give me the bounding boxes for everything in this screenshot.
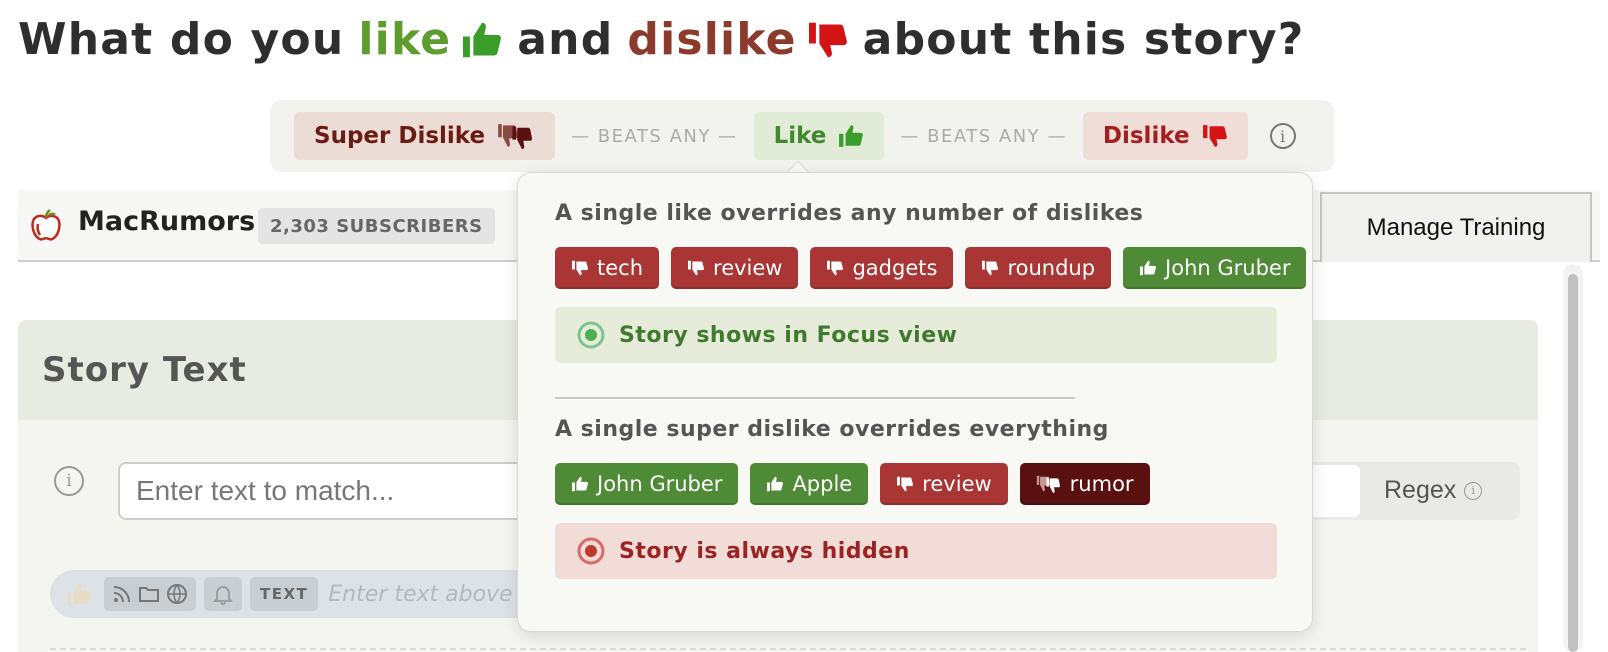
- chip-label: tech: [597, 256, 644, 280]
- beats-any-separator: — BEATS ANY —: [571, 125, 738, 147]
- heading-part1: What do you: [18, 14, 345, 65]
- bell-icon: [212, 586, 234, 605]
- chip-label: roundup: [1007, 256, 1096, 280]
- chip-like: Apple: [750, 463, 869, 505]
- hidden-result-banner: Story is always hidden: [555, 523, 1277, 579]
- thumbs-up-icon: [572, 476, 588, 492]
- chip-dislike: review: [880, 463, 1008, 505]
- thumbs-up-icon: [1140, 260, 1157, 276]
- chip-label: gadgets: [852, 256, 938, 280]
- chip-like: John Gruber: [555, 463, 739, 505]
- feed-title: MacRumors: [78, 206, 256, 237]
- chip-dislike: roundup: [965, 247, 1112, 289]
- popover-section-title: A single super dislike overrides everyth…: [555, 417, 1109, 442]
- chip-label: John Gruber: [1165, 256, 1291, 280]
- divider: [50, 648, 1526, 650]
- chip-label: John Gruber: [597, 472, 723, 496]
- rule-type-tag: TEXT: [250, 577, 319, 611]
- scope-selector[interactable]: [104, 577, 196, 611]
- focus-result-banner: Story shows in Focus view: [555, 307, 1277, 363]
- hierarchy-info-icon[interactable]: i: [1269, 123, 1296, 149]
- chip-super-dislike: rumor: [1019, 463, 1150, 505]
- double-thumbs-down-icon: [498, 124, 533, 150]
- chip-label: Apple: [792, 472, 853, 496]
- thumbs-down-icon: [688, 260, 704, 276]
- info-icon[interactable]: i: [1464, 481, 1483, 500]
- super-dislike-label: Super Dislike: [314, 123, 486, 149]
- thumbs-down-icon: [808, 22, 847, 57]
- popover-divider: [555, 397, 1075, 400]
- manage-training-tab[interactable]: Manage Training: [1320, 192, 1592, 262]
- heading-part3: about this story?: [862, 14, 1305, 65]
- thumbs-down-icon: [982, 260, 999, 276]
- thumbs-down-icon: [827, 260, 844, 276]
- thumbs-up-icon: [767, 476, 784, 492]
- hierarchy-explanation-popover: A single like overrides any number of di…: [517, 172, 1313, 632]
- globe-icon: [167, 584, 187, 604]
- folder-icon: [139, 587, 159, 602]
- regex-label: Regex: [1384, 476, 1457, 504]
- popover-section-title: A single like overrides any number of di…: [555, 201, 1144, 226]
- beats-any-separator: — BEATS ANY —: [900, 125, 1067, 147]
- focus-target-icon: [577, 321, 605, 349]
- thumbs-down-icon: [1202, 125, 1227, 147]
- chip-dislike: tech: [555, 247, 660, 289]
- regex-option[interactable]: Regex i: [1384, 476, 1483, 505]
- classifier-hierarchy-bar: Super Dislike — BEATS ANY — Like — BEATS…: [270, 100, 1334, 172]
- notification-toggle[interactable]: [204, 577, 242, 611]
- thumbs-down-icon: [572, 260, 588, 276]
- example-chips-2: John Gruber Apple review rumor: [555, 463, 1162, 505]
- heading-like-word: like: [358, 14, 452, 65]
- chip-like: John Gruber: [1123, 247, 1307, 289]
- super-dislike-pill[interactable]: Super Dislike: [294, 112, 556, 160]
- chip-label: rumor: [1069, 472, 1134, 496]
- like-pill[interactable]: Like: [753, 112, 885, 160]
- subscriber-count-badge: 2,303 SUBSCRIBERS: [258, 208, 495, 244]
- page-heading: What do you like and dislike about this …: [18, 14, 1304, 65]
- chip-label: review: [713, 256, 783, 280]
- focus-result-text: Story shows in Focus view: [619, 322, 958, 348]
- heading-dislike-word: dislike: [627, 14, 797, 65]
- thumbs-up-icon: [463, 22, 502, 57]
- rss-icon: [113, 586, 130, 603]
- chip-dislike: gadgets: [810, 247, 954, 289]
- scrollbar-thumb[interactable]: [1568, 274, 1578, 652]
- heading-part2: and: [517, 14, 614, 65]
- dislike-pill[interactable]: Dislike: [1082, 112, 1248, 160]
- hidden-target-icon: [577, 537, 605, 565]
- thumbs-down-icon: [897, 476, 914, 492]
- apple-logo-icon: [31, 208, 61, 241]
- rule-placeholder: Enter text above: [328, 581, 513, 607]
- thumbs-up-icon[interactable]: [66, 582, 92, 606]
- chip-dislike: review: [671, 247, 799, 289]
- info-icon[interactable]: i: [54, 466, 84, 496]
- example-chips-1: tech review gadgets roundup John Gruber: [555, 247, 1318, 289]
- double-thumbs-down-icon: [1036, 475, 1060, 493]
- hidden-result-text: Story is always hidden: [619, 538, 910, 564]
- scrollbar[interactable]: [1563, 264, 1583, 652]
- like-label: Like: [773, 123, 827, 149]
- chip-label: review: [922, 472, 992, 496]
- dislike-label: Dislike: [1102, 123, 1190, 149]
- thumbs-up-icon: [839, 125, 864, 147]
